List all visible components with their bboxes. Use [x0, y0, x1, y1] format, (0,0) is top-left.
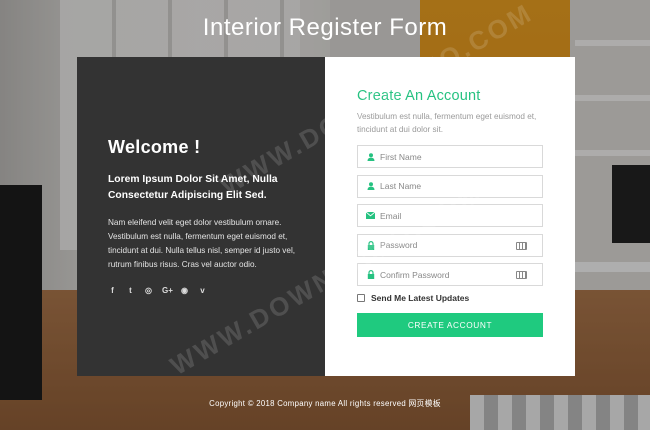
last-name-input[interactable]	[380, 181, 510, 191]
updates-checkbox-label[interactable]: Send Me Latest Updates	[371, 293, 469, 303]
page-title: Interior Register Form	[202, 14, 448, 41]
welcome-body: Nam eleifend velit eget dolor vestibulum…	[108, 218, 296, 269]
form-description: Vestibulum est nulla, fermentum eget eui…	[357, 112, 537, 134]
envelope-icon	[366, 211, 375, 220]
footer-copyright: Copyright © 2018 Company name All rights…	[209, 399, 441, 408]
welcome-panel: Welcome ! Lorem Ipsum Dolor Sit Amet, Nu…	[77, 57, 325, 376]
twitter-icon[interactable]: t	[126, 286, 135, 295]
google-plus-icon[interactable]: G+	[162, 286, 173, 295]
user-icon	[366, 182, 375, 191]
last-name-field[interactable]	[357, 174, 543, 198]
password-input[interactable]	[380, 240, 510, 250]
vimeo-icon[interactable]: v	[198, 286, 207, 295]
lock-icon	[366, 240, 375, 250]
social-links: f t ◎ G+ ◉ v	[108, 286, 305, 295]
email-field[interactable]	[357, 204, 543, 227]
register-card: Welcome ! Lorem Ipsum Dolor Sit Amet, Nu…	[77, 57, 575, 376]
updates-checkbox-row[interactable]: Send Me Latest Updates	[357, 293, 543, 303]
keyboard-icon[interactable]	[516, 271, 527, 279]
lock-icon	[366, 270, 375, 279]
confirm-password-field[interactable]	[357, 263, 543, 286]
user-icon	[366, 152, 375, 161]
first-name-field[interactable]	[357, 145, 543, 168]
password-field[interactable]	[357, 233, 543, 257]
form-panel: Create An Account Vestibulum est nulla, …	[325, 57, 575, 376]
dribbble-icon[interactable]: ◉	[180, 286, 189, 295]
instagram-icon[interactable]: ◎	[144, 286, 153, 295]
welcome-subheading: Lorem Ipsum Dolor Sit Amet, Nulla Consec…	[108, 174, 278, 201]
first-name-input[interactable]	[380, 151, 510, 162]
confirm-password-input[interactable]	[380, 269, 510, 280]
create-account-button[interactable]: CREATE ACCOUNT	[357, 312, 543, 337]
facebook-icon[interactable]: f	[108, 286, 117, 295]
email-input[interactable]	[380, 210, 510, 221]
updates-checkbox[interactable]	[357, 293, 365, 302]
welcome-heading: Welcome !	[108, 137, 201, 157]
keyboard-icon[interactable]	[516, 241, 527, 250]
form-title: Create An Account	[357, 88, 481, 104]
